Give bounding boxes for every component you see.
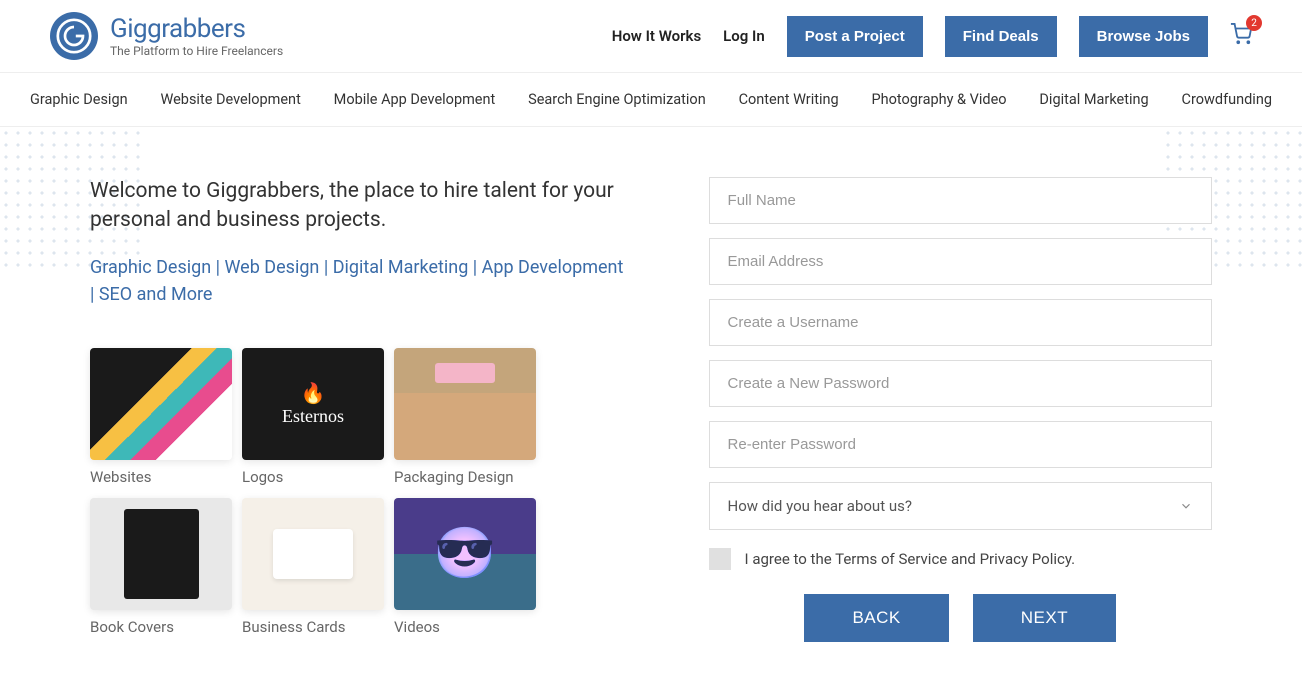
thumb-image: [90, 498, 232, 610]
thumb-businesscards[interactable]: Business Cards: [242, 498, 384, 636]
nav-log-in[interactable]: Log In: [723, 27, 765, 45]
password-input[interactable]: [709, 360, 1212, 407]
hear-about-select[interactable]: How did you hear about us?: [709, 482, 1212, 530]
email-input[interactable]: [709, 238, 1212, 285]
nav-how-it-works[interactable]: How It Works: [612, 27, 701, 45]
agree-row: I agree to the Terms of Service and Priv…: [709, 548, 1212, 570]
signup-form: How did you hear about us? I agree to th…: [709, 177, 1212, 642]
thumb-image: [394, 498, 536, 610]
back-button[interactable]: BACK: [804, 594, 948, 642]
welcome-heading: Welcome to Giggrabbers, the place to hir…: [90, 177, 629, 236]
category-link[interactable]: Search Engine Optimization: [528, 91, 706, 108]
logo-icon: [50, 12, 98, 60]
thumb-image: [242, 498, 384, 610]
category-link[interactable]: Graphic Design: [30, 91, 128, 108]
form-buttons: BACK NEXT: [709, 594, 1212, 642]
thumb-websites[interactable]: Websites: [90, 348, 232, 486]
logo-subtitle: The Platform to Hire Freelancers: [110, 44, 283, 58]
thumb-image: [90, 348, 232, 460]
main-content: Welcome to Giggrabbers, the place to hir…: [0, 127, 1302, 662]
category-link[interactable]: Website Development: [160, 91, 300, 108]
next-button[interactable]: NEXT: [973, 594, 1116, 642]
username-input[interactable]: [709, 299, 1212, 346]
post-project-button[interactable]: Post a Project: [787, 16, 923, 57]
category-link[interactable]: Photography & Video: [872, 91, 1007, 108]
thumb-logos[interactable]: Esternos Logos: [242, 348, 384, 486]
thumb-label: Videos: [394, 618, 536, 636]
thumb-packaging[interactable]: Packaging Design: [394, 348, 536, 486]
cart-button[interactable]: 2: [1230, 23, 1252, 49]
select-label: How did you hear about us?: [728, 497, 912, 515]
category-bar: Graphic Design Website Development Mobil…: [0, 73, 1302, 127]
cart-badge: 2: [1246, 15, 1262, 31]
thumbnail-grid: Websites Esternos Logos Packaging Design…: [90, 348, 629, 636]
thumb-videos[interactable]: Videos: [394, 498, 536, 636]
category-link[interactable]: Digital Marketing: [1039, 91, 1148, 108]
agree-text: I agree to the Terms of Service and Priv…: [745, 550, 1076, 568]
chevron-down-icon: [1179, 499, 1193, 513]
logo[interactable]: Giggrabbers The Platform to Hire Freelan…: [50, 12, 283, 60]
left-column: Welcome to Giggrabbers, the place to hir…: [90, 177, 629, 642]
category-link[interactable]: Mobile App Development: [334, 91, 496, 108]
thumb-image: [394, 348, 536, 460]
browse-jobs-button[interactable]: Browse Jobs: [1079, 16, 1208, 57]
agree-checkbox[interactable]: [709, 548, 731, 570]
thumb-label: Business Cards: [242, 618, 384, 636]
thumb-bookcovers[interactable]: Book Covers: [90, 498, 232, 636]
category-link[interactable]: Content Writing: [739, 91, 839, 108]
thumb-label: Book Covers: [90, 618, 232, 636]
nav-right: How It Works Log In Post a Project Find …: [612, 16, 1252, 57]
repassword-input[interactable]: [709, 421, 1212, 468]
find-deals-button[interactable]: Find Deals: [945, 16, 1057, 57]
thumb-label: Websites: [90, 468, 232, 486]
logo-title: Giggrabbers: [110, 14, 283, 44]
thumb-label: Logos: [242, 468, 384, 486]
full-name-input[interactable]: [709, 177, 1212, 224]
thumb-image: Esternos: [242, 348, 384, 460]
category-link[interactable]: Crowdfunding: [1182, 91, 1272, 108]
thumb-label: Packaging Design: [394, 468, 536, 486]
welcome-tags: Graphic Design | Web Design | Digital Ma…: [90, 254, 629, 308]
header: Giggrabbers The Platform to Hire Freelan…: [0, 0, 1302, 73]
